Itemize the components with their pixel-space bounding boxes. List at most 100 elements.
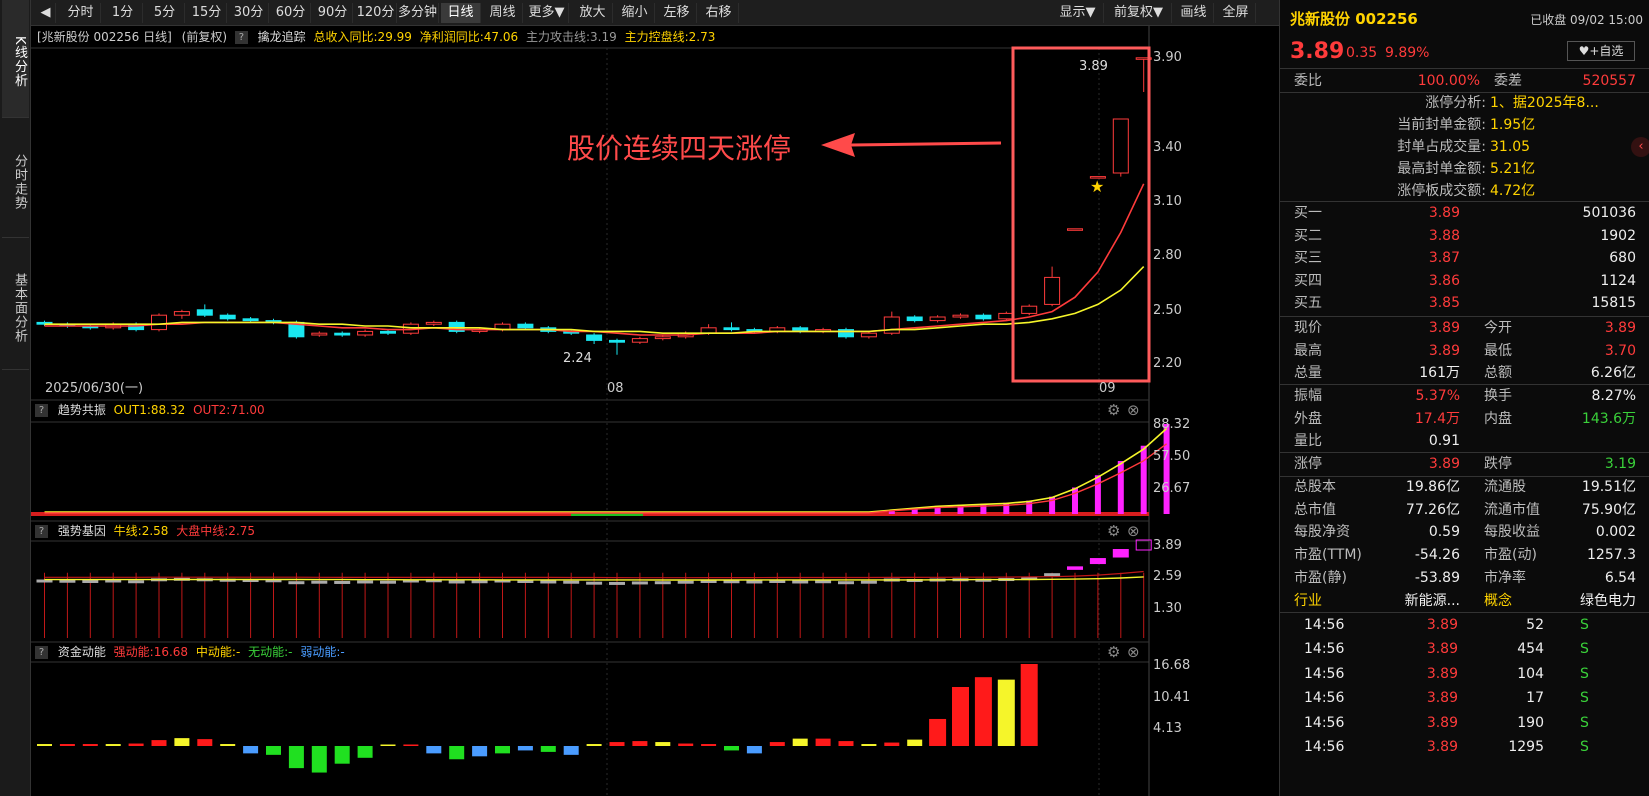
concept-value[interactable]: 绿色电力: [1536, 590, 1636, 612]
stat-value: 6.26亿: [1590, 365, 1636, 382]
fundamental-value: -53.89: [1414, 569, 1460, 586]
date-mid: 08: [607, 381, 624, 396]
gene-panel: [36, 539, 1152, 638]
gene-bar: [815, 580, 832, 584]
stat-value: 3.89: [1428, 342, 1460, 359]
gear-icon[interactable]: ⚙: [1107, 643, 1120, 661]
gene-bar: [700, 579, 717, 583]
stat-label: 最高: [1294, 342, 1322, 359]
analysis-label: 涨停分析:: [1425, 95, 1486, 111]
tab-intraday[interactable]: 分时走势: [2, 120, 29, 238]
stat-label: 量比: [1294, 433, 1322, 450]
capital-bar: [861, 744, 877, 746]
capital-panel-header: ? 资金动能 强动能:16.68 中动能:- 无动能:- 弱动能:-: [31, 642, 345, 662]
tick-time: 14:56: [1304, 739, 1345, 755]
help-icon[interactable]: ?: [35, 646, 48, 659]
gene-bar: [311, 580, 328, 584]
bid-volume: 680: [1609, 250, 1636, 267]
chevron-left-icon[interactable]: ‹: [1631, 137, 1649, 157]
p3-tick: 10.41: [1153, 690, 1190, 705]
trend-bar: [1094, 475, 1101, 514]
annotation-text: 股价连续四天涨停: [567, 132, 791, 165]
capital-bar: [151, 740, 167, 746]
gene-bar: [1089, 558, 1106, 565]
fundamental-label: 市净率: [1484, 569, 1526, 586]
close-icon[interactable]: ⊗: [1127, 522, 1140, 540]
star-icon: ★: [1090, 177, 1104, 196]
capital-bar: [632, 741, 648, 746]
gene-bar: [631, 581, 648, 585]
kline-chart[interactable]: ★ 股价连续四天涨停 3.89 2.24 2025/06/30(一) 08 09…: [31, 0, 1241, 796]
capital-bar: [472, 746, 488, 757]
tick-side: S: [1580, 690, 1589, 707]
trend-panel: [31, 424, 1170, 516]
close-icon[interactable]: ⊗: [1127, 643, 1140, 661]
help-icon[interactable]: ?: [35, 404, 48, 417]
candle: [151, 314, 167, 331]
bull-line-value: 牛线:2.58: [113, 524, 169, 538]
gear-icon[interactable]: ⚙: [1107, 401, 1120, 419]
tab-fundamentals[interactable]: 基本面分析: [2, 240, 29, 370]
out1-line: [44, 427, 1168, 513]
tab-kline-analysis[interactable]: K线分析: [2, 0, 29, 118]
fundamental-value: 77.26亿: [1405, 501, 1460, 518]
low-price-label: 2.24: [563, 351, 592, 366]
tick-volume: 104: [1517, 665, 1544, 682]
capital-bar: [952, 687, 969, 746]
add-watchlist-button[interactable]: ♥+自选: [1567, 41, 1635, 61]
tick-side: S: [1580, 665, 1589, 682]
candle: [380, 330, 396, 334]
candle: [975, 314, 992, 320]
industry-label: 行业: [1294, 593, 1322, 609]
capital-bar: [1020, 664, 1038, 746]
tick-side: S: [1580, 739, 1589, 755]
candle: [929, 316, 946, 322]
tick-side: S: [1580, 617, 1589, 633]
tick-volume: 190: [1517, 714, 1544, 731]
capital-bar: [334, 746, 350, 764]
analysis-value: 5.21亿: [1490, 161, 1536, 177]
industry-value[interactable]: 新能源...: [1370, 590, 1460, 612]
bid-level-label: 买五: [1294, 295, 1322, 312]
gear-icon[interactable]: ⚙: [1107, 522, 1120, 540]
bid-price: 3.88: [1428, 227, 1460, 244]
capital-bar: [907, 739, 923, 746]
capital-bar: [884, 742, 900, 746]
capital-bar: [540, 746, 556, 752]
bid-level-label: 买三: [1294, 250, 1322, 267]
tick-time: 14:56: [1304, 714, 1345, 731]
heart-icon: ♥: [1578, 44, 1590, 58]
bid-level-label: 买二: [1294, 227, 1322, 244]
y-tick: 2.20: [1153, 356, 1182, 371]
capital-bar: [815, 738, 831, 746]
close-icon[interactable]: ⊗: [1127, 401, 1140, 419]
help-icon[interactable]: ?: [35, 525, 48, 538]
bid-level-label: 买四: [1294, 272, 1322, 289]
stat-value: 5.37%: [1415, 388, 1460, 404]
capital-bar: [563, 746, 579, 755]
analysis-value: 1.95亿: [1490, 117, 1536, 133]
fundamental-value: -54.26: [1414, 547, 1460, 564]
capital-bar: [426, 746, 442, 754]
p3-tick: 16.68: [1153, 658, 1190, 673]
tick-time: 14:56: [1304, 641, 1345, 658]
candle: [906, 316, 923, 322]
stat-value: 8.27%: [1591, 388, 1636, 404]
y-tick: 3.90: [1153, 50, 1182, 65]
capital-bar: [311, 746, 327, 773]
tick-volume: 17: [1526, 690, 1544, 707]
limit-label: 跌停: [1484, 456, 1512, 472]
stat-label: 换手: [1484, 388, 1512, 404]
weibi-value: 100.00%: [1417, 73, 1480, 89]
strong-energy: 强动能:16.68: [113, 645, 189, 659]
panel-name: 趋势共振: [57, 403, 106, 417]
candle: [609, 339, 625, 343]
analysis-label: 当前封单金额:: [1397, 117, 1486, 133]
candle: [219, 314, 236, 320]
fundamental-value: 0.59: [1428, 524, 1460, 541]
fundamental-label: 总市值: [1294, 501, 1336, 518]
weibi-label: 委比: [1294, 73, 1322, 89]
tick-volume: 454: [1517, 641, 1544, 658]
gene-bar: [1044, 573, 1061, 577]
fundamental-value: 19.51亿: [1581, 479, 1636, 495]
